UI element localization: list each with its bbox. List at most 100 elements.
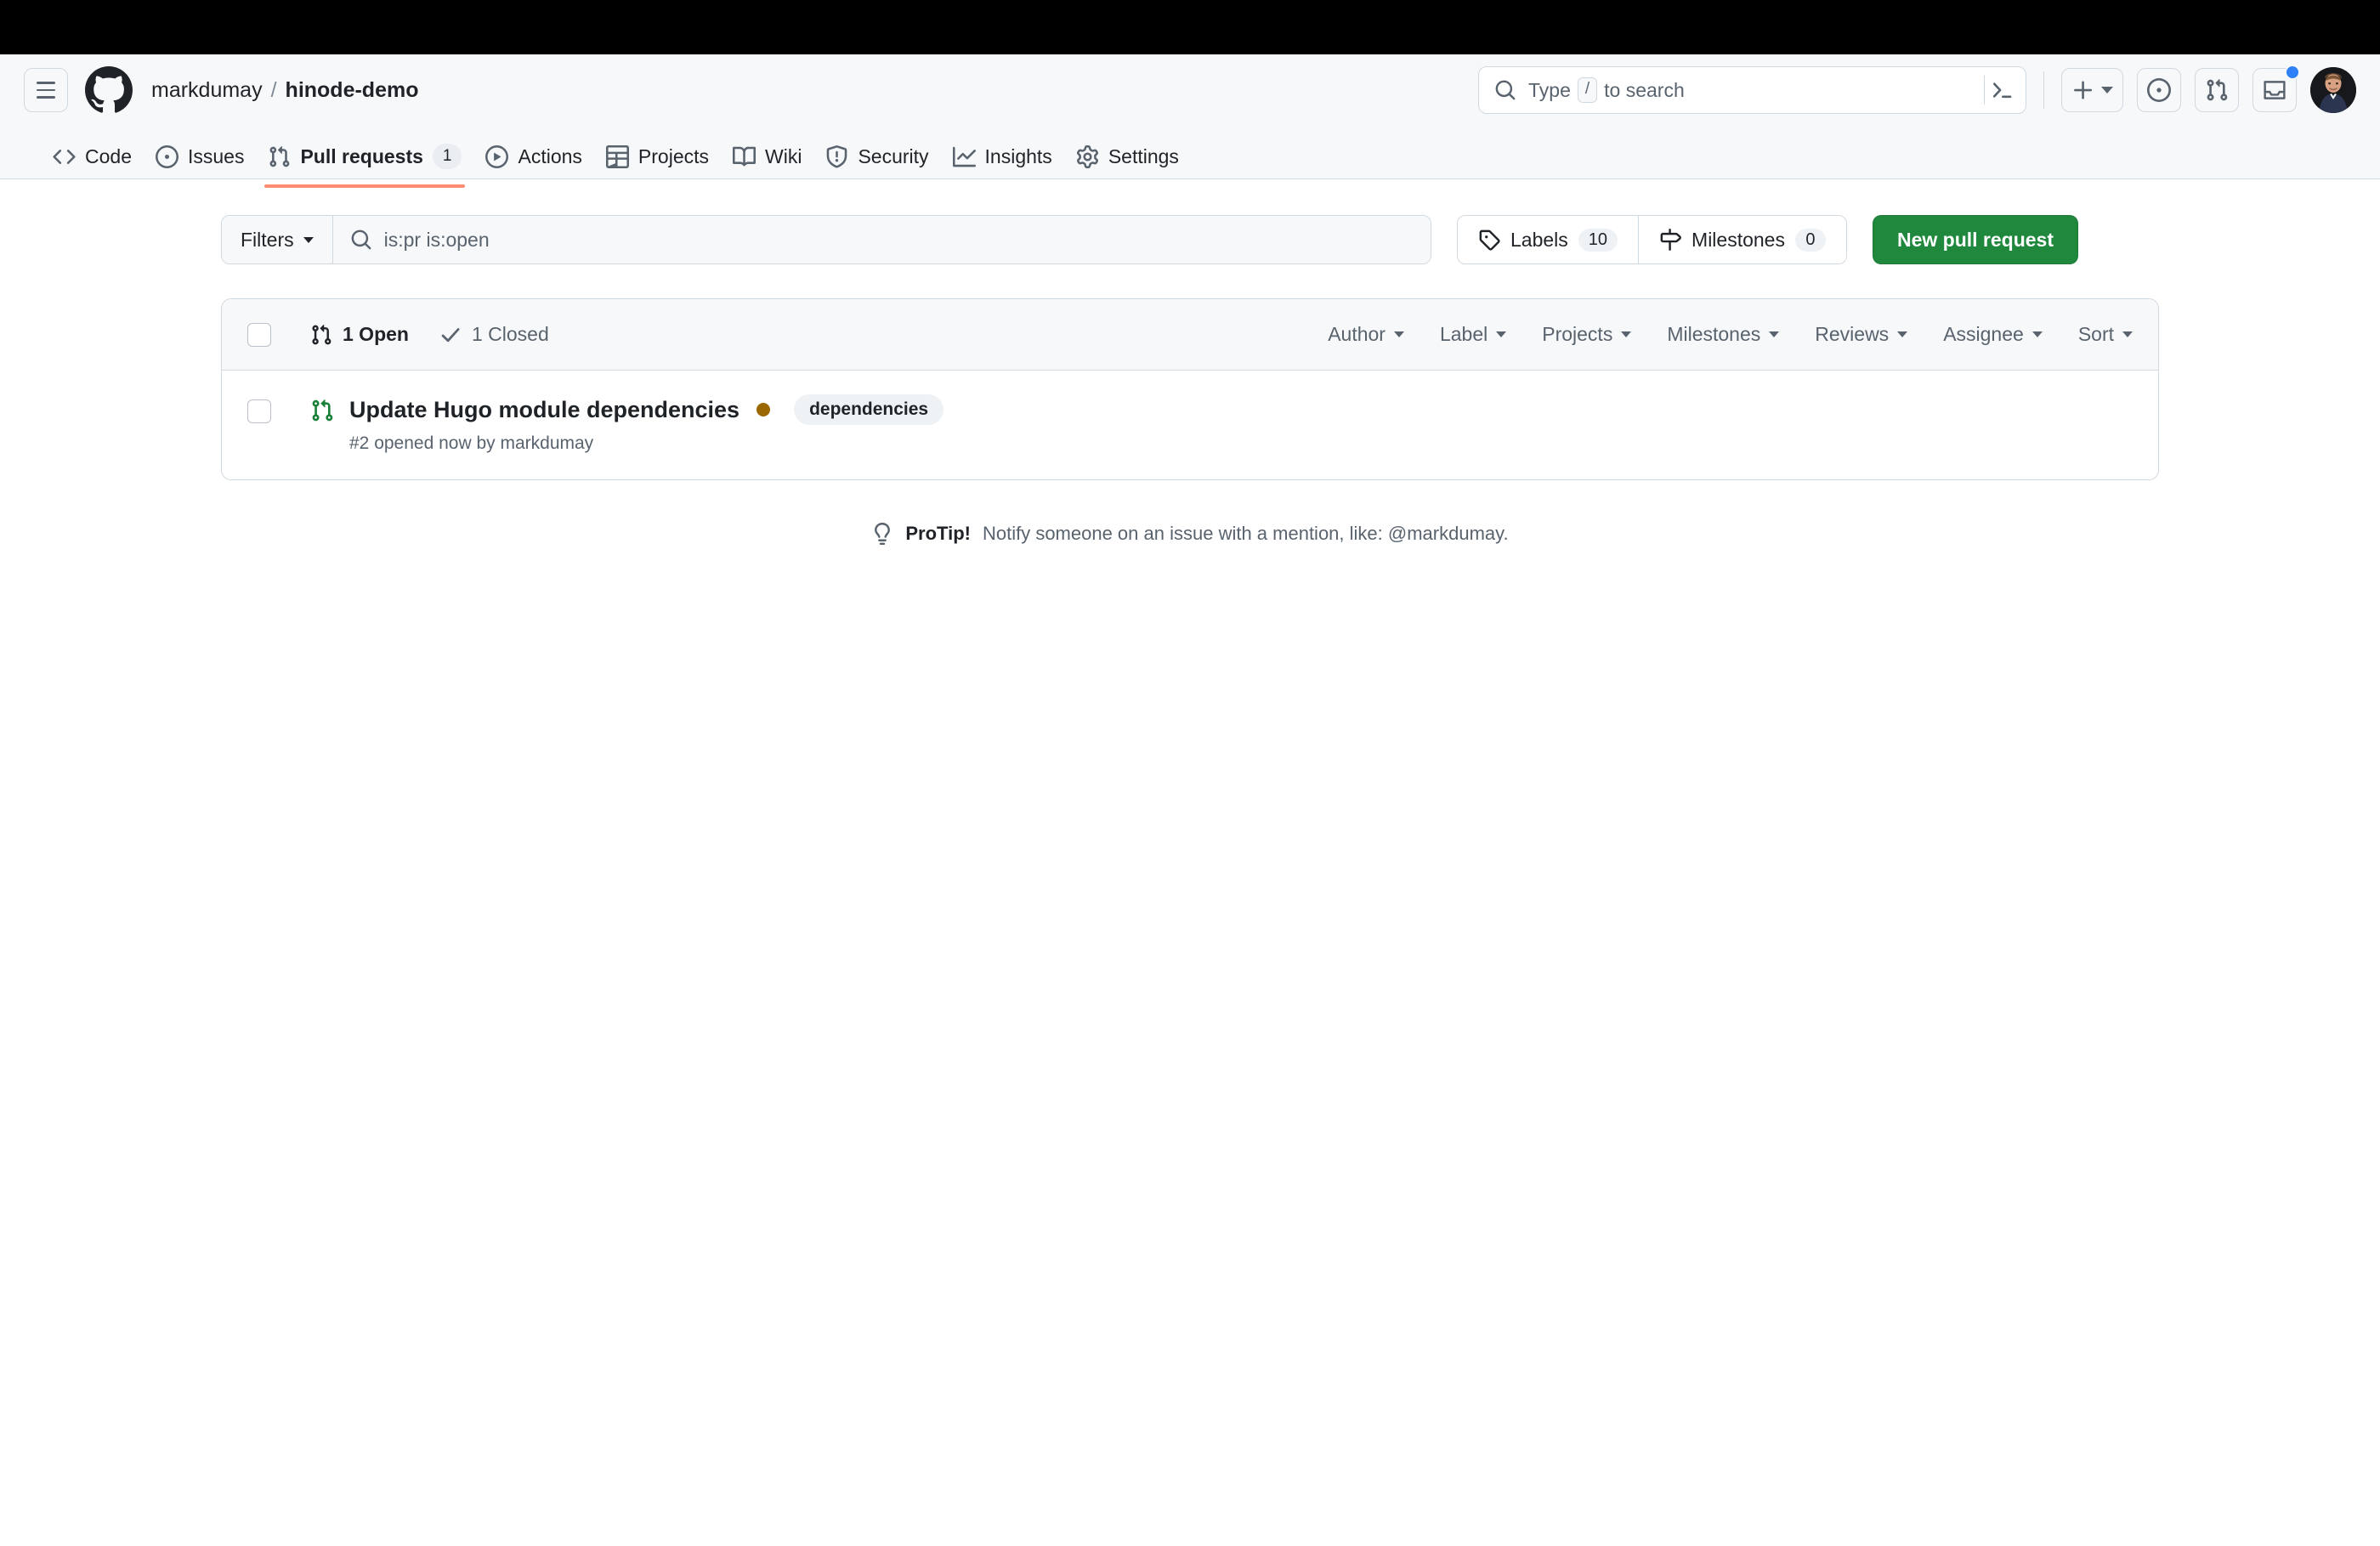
state-filter-tabs: 1 Open 1 Closed [310, 323, 549, 346]
chevron-down-icon [1496, 331, 1507, 337]
chevron-down-icon [303, 236, 314, 243]
search-icon [1495, 80, 1516, 100]
nav-tab-insights[interactable]: Insights [941, 134, 1064, 178]
reviews-dropdown[interactable]: Reviews [1815, 323, 1908, 346]
labels-button-label: Labels [1510, 228, 1568, 251]
nav-tab-label: Security [858, 144, 929, 167]
chevron-down-icon [1769, 331, 1780, 337]
search-slash-key: / [1577, 77, 1598, 103]
filters-button[interactable]: Filters [222, 216, 333, 263]
nav-tab-pull-requests[interactable]: Pull requests 1 [256, 134, 473, 188]
global-nav-menu-icon[interactable] [24, 68, 68, 112]
select-all-checkbox[interactable] [247, 322, 271, 347]
breadcrumb-owner[interactable]: markdumay [151, 78, 263, 103]
chevron-down-icon [2122, 331, 2133, 337]
author-dropdown-label: Author [1328, 323, 1386, 345]
command-palette-icon[interactable] [1992, 79, 2014, 101]
hamburger-bar [37, 88, 55, 92]
nav-tab-settings[interactable]: Settings [1064, 134, 1191, 178]
your-pull-requests-button[interactable] [2195, 68, 2239, 112]
pull-request-title-link[interactable]: Update Hugo module dependencies [349, 397, 740, 423]
protip: ProTip! Notify someone on an issue with … [221, 523, 2159, 545]
user-avatar[interactable] [2310, 67, 2356, 113]
milestones-count: 0 [1794, 228, 1826, 252]
pull-request-body: Update Hugo module dependencies dependen… [310, 394, 2133, 454]
play-icon [485, 144, 509, 168]
labels-milestones-group: Labels 10 Milestones 0 [1457, 215, 1847, 264]
global-search-input[interactable]: Type / to search [1478, 66, 2026, 114]
search-placeholder: Type / to search [1528, 77, 1980, 103]
milestone-icon [1660, 229, 1681, 251]
milestones-dropdown-label: Milestones [1667, 323, 1761, 345]
git-pull-request-icon [269, 145, 290, 167]
nav-tab-label: Actions [518, 144, 582, 167]
avatar-image [2310, 67, 2356, 113]
hamburger-bar [37, 82, 55, 84]
search-icon [351, 229, 371, 250]
closed-prs-tab[interactable]: 1 Closed [439, 323, 549, 346]
search-divider [1984, 76, 1985, 105]
main-content: Filters Labels 10 [0, 179, 2380, 545]
chevron-down-icon [1393, 331, 1404, 337]
row-select-checkbox[interactable] [247, 399, 271, 423]
hamburger-bar [37, 96, 55, 99]
nav-tab-issues[interactable]: Issues [144, 134, 256, 178]
graph-icon [952, 146, 976, 167]
projects-dropdown[interactable]: Projects [1542, 323, 1632, 346]
labels-count: 10 [1578, 228, 1618, 252]
label-dropdown-label: Label [1439, 323, 1488, 345]
nav-tab-label: Wiki [765, 144, 802, 167]
protip-prefix: ProTip! [905, 523, 971, 545]
label-dropdown[interactable]: Label [1439, 323, 1507, 346]
nav-tab-security[interactable]: Security [813, 134, 940, 178]
code-icon [53, 149, 76, 164]
nav-tab-actions[interactable]: Actions [473, 134, 593, 178]
nav-tab-code[interactable]: Code [41, 134, 144, 178]
milestones-button-label: Milestones [1692, 228, 1785, 251]
notifications-button[interactable] [2252, 65, 2300, 112]
label-chip-dependencies[interactable]: dependencies [794, 394, 944, 425]
nav-tab-projects[interactable]: Projects [594, 134, 721, 178]
protip-text: Notify someone on an issue with a mentio… [982, 523, 1509, 544]
tag-icon [1479, 229, 1500, 251]
nav-tab-label: Issues [187, 144, 245, 167]
light-bulb-icon [875, 523, 891, 545]
breadcrumb-repo[interactable]: hinode-demo [286, 78, 419, 103]
pull-request-meta: #2 opened now by markdumay [349, 433, 594, 453]
git-pull-request-icon [312, 324, 332, 344]
breadcrumb-separator: / [270, 77, 277, 102]
content-wrapper: Filters Labels 10 [221, 179, 2159, 545]
filters-group: Filters [221, 215, 1431, 264]
author-dropdown[interactable]: Author [1328, 323, 1404, 346]
issue-search-wrapper [332, 216, 1431, 263]
milestones-dropdown[interactable]: Milestones [1667, 323, 1780, 346]
breadcrumb: markdumay / hinode-demo [151, 78, 418, 103]
create-new-button[interactable] [2061, 68, 2123, 112]
gear-icon [1076, 144, 1098, 168]
labels-button[interactable]: Labels 10 [1458, 216, 1639, 263]
protip-bold: ProTip! [905, 523, 971, 544]
nav-tab-wiki[interactable]: Wiki [721, 134, 813, 178]
closed-prs-label: 1 Closed [471, 323, 549, 345]
list-filter-dropdowns: Author Label Projects Milestones Reviews… [1328, 323, 2133, 346]
git-pull-request-open-icon [312, 399, 333, 422]
chevron-down-icon [1621, 331, 1632, 337]
assignee-dropdown-label: Assignee [1943, 323, 2024, 345]
header-divider [2043, 71, 2044, 109]
pull-request-list-card: 1 Open 1 Closed Author Label Projects Mi… [221, 298, 2159, 480]
issue-search-input[interactable] [383, 228, 1414, 252]
pull-request-title-line: Update Hugo module dependencies dependen… [310, 394, 2133, 425]
nav-tab-label: Settings [1108, 144, 1179, 167]
issue-opened-icon [2147, 78, 2171, 102]
sort-dropdown[interactable]: Sort [2078, 323, 2133, 346]
new-pull-request-button[interactable]: New pull request [1872, 215, 2079, 264]
open-prs-tab[interactable]: 1 Open [310, 323, 409, 346]
github-logo-icon[interactable] [85, 66, 133, 114]
github-header: markdumay / hinode-demo Type / to search [0, 54, 2380, 188]
git-pull-request-icon [2207, 79, 2228, 101]
your-issues-button[interactable] [2137, 68, 2181, 112]
milestones-button[interactable]: Milestones 0 [1638, 216, 1846, 263]
projects-dropdown-label: Projects [1542, 323, 1613, 345]
table-icon [605, 144, 629, 168]
assignee-dropdown[interactable]: Assignee [1943, 323, 2043, 346]
